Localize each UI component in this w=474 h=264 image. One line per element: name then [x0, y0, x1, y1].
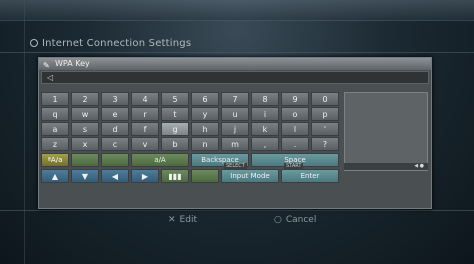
key-blank[interactable] — [191, 169, 219, 183]
page-title: Internet Connection Settings — [30, 38, 191, 49]
key-2-0[interactable]: a — [41, 122, 69, 136]
settings-icon — [30, 39, 38, 47]
key-2-6[interactable]: j — [221, 122, 249, 136]
prediction-panel — [344, 92, 428, 171]
key-1-7[interactable]: i — [251, 107, 279, 121]
key-3-8[interactable]: . — [281, 137, 309, 151]
wpa-key-input[interactable]: ◁ — [41, 71, 429, 84]
circle-icon: ○ — [274, 215, 282, 225]
key-0-3[interactable]: 4 — [131, 92, 159, 106]
right-arrow-key[interactable]: ▶ — [131, 169, 159, 183]
keyboard-title-bar: ✎ WPA Key — [39, 58, 431, 70]
divider — [0, 20, 474, 21]
button-hint-label: SELECT — [224, 163, 247, 170]
up-arrow-key[interactable]: ▲ — [41, 169, 69, 183]
key-3-3[interactable]: v — [131, 137, 159, 151]
divider — [0, 210, 474, 211]
key-1-6[interactable]: u — [221, 107, 249, 121]
key-blank[interactable] — [71, 153, 99, 167]
key-3-0[interactable]: z — [41, 137, 69, 151]
key-0-9[interactable]: 0 — [311, 92, 339, 106]
key-1-9[interactable]: p — [311, 107, 339, 121]
key-2-5[interactable]: h — [191, 122, 219, 136]
key-0-7[interactable]: 8 — [251, 92, 279, 106]
layout-key[interactable]: ▮▮▮ — [161, 169, 189, 183]
key-0-5[interactable]: 6 — [191, 92, 219, 106]
button-hint-label: START — [284, 163, 304, 170]
key-2-2[interactable]: d — [101, 122, 129, 136]
down-arrow-key[interactable]: ▼ — [71, 169, 99, 183]
key-3-1[interactable]: x — [71, 137, 99, 151]
key-3-9[interactable]: ? — [311, 137, 339, 151]
left-arrow-key[interactable]: ◀ — [101, 169, 129, 183]
key-2-9[interactable]: ' — [311, 122, 339, 136]
key-3-6[interactable]: m — [221, 137, 249, 151]
input-mode-key[interactable]: Input Mode SELECT — [221, 163, 279, 183]
key-1-8[interactable]: o — [281, 107, 309, 121]
key-1-1[interactable]: w — [71, 107, 99, 121]
key-3-2[interactable]: c — [101, 137, 129, 151]
key-1-0[interactable]: q — [41, 107, 69, 121]
key-blank[interactable] — [101, 153, 129, 167]
prediction-pager[interactable]: ◀ ● — [344, 163, 428, 170]
enter-key[interactable]: Enter START — [281, 163, 339, 183]
cursor-left-icon[interactable]: ◁ — [47, 72, 53, 84]
key-3-7[interactable]: , — [251, 137, 279, 151]
edit-hint[interactable]: ✕ Edit — [168, 215, 197, 225]
cancel-hint[interactable]: ○ Cancel — [274, 215, 316, 225]
divider — [0, 52, 474, 53]
shift-key[interactable]: a/A — [131, 153, 189, 167]
key-0-6[interactable]: 7 — [221, 92, 249, 106]
key-0-1[interactable]: 2 — [71, 92, 99, 106]
key-2-3[interactable]: f — [131, 122, 159, 136]
keyboard-title: WPA Key — [55, 59, 90, 68]
top-bar — [0, 0, 474, 20]
cross-icon: ✕ — [168, 215, 176, 225]
key-2-1[interactable]: s — [71, 122, 99, 136]
key-2-4[interactable]: g — [161, 122, 189, 136]
key-3-4[interactable]: b — [161, 137, 189, 151]
key-0-4[interactable]: 5 — [161, 92, 189, 106]
key-1-4[interactable]: t — [161, 107, 189, 121]
footer: ✕ Edit ○ Cancel — [0, 215, 474, 229]
key-1-5[interactable]: y — [191, 107, 219, 121]
key-2-8[interactable]: l — [281, 122, 309, 136]
key-0-0[interactable]: 1 — [41, 92, 69, 106]
key-3-5[interactable]: n — [191, 137, 219, 151]
mode-key[interactable]: ªA/a — [41, 153, 69, 167]
key-grid: 1 2 3 4 5 6 7 8 9 0 q w e r t y u i o p a s d f g h j k l ' z x c v b n m,.?… — [41, 92, 341, 202]
key-1-3[interactable]: r — [131, 107, 159, 121]
key-2-7[interactable]: k — [251, 122, 279, 136]
on-screen-keyboard: ✎ WPA Key ◁ 1234567890 qwertyuiop asdfghjk… — [38, 57, 432, 209]
key-0-2[interactable]: 3 — [101, 92, 129, 106]
key-1-2[interactable]: e — [101, 107, 129, 121]
key-0-8[interactable]: 9 — [281, 92, 309, 106]
